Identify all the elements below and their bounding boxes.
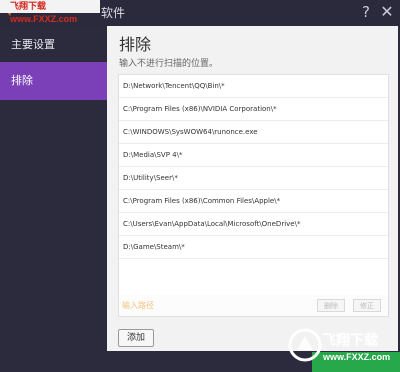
path-input-row: 删除 修正 [119, 295, 388, 316]
sidebar: 主要设置 排除 [0, 26, 107, 372]
page-title: 排除 [119, 35, 152, 54]
sidebar-item-exclusions[interactable]: 排除 [0, 62, 107, 100]
list-item[interactable]: D:\Utility\Seer\* [119, 167, 388, 190]
watermark-top: 飞翔下载 www.FXXZ.com [0, 0, 100, 24]
exclusions-panel: 排除 输入不进行扫描的位置。 D:\Network\Tencent\QQ\Bin… [107, 26, 398, 351]
window-title: 软件 [101, 6, 126, 20]
modify-button[interactable]: 修正 [353, 299, 381, 312]
page-subtitle: 输入不进行扫描的位置。 [119, 59, 219, 69]
watermark-brand: 飞翔下载 [322, 333, 378, 349]
help-icon[interactable]: ? [358, 2, 374, 22]
list-item[interactable]: C:\Users\Evan\AppData\Local\Microsoft\On… [119, 213, 388, 236]
watermark-url: www.FXXZ.com [323, 352, 391, 362]
delete-button[interactable]: 删除 [317, 299, 345, 312]
list-item[interactable]: D:\Network\Tencent\QQ\Bin\* [119, 75, 388, 98]
list-item[interactable]: D:\Game\Steam\* [119, 236, 388, 259]
close-icon[interactable]: ✕ [378, 2, 396, 22]
list-item[interactable]: C:\Program Files (x86)\NVIDIA Corporatio… [119, 98, 388, 121]
exclusion-list: D:\Network\Tencent\QQ\Bin\* C:\Program F… [118, 74, 389, 317]
path-input[interactable] [122, 298, 307, 312]
list-item[interactable]: C:\Program Files (x86)\Common Files\Appl… [119, 190, 388, 213]
list-item[interactable]: C:\WINDOWS\SysWOW64\runonce.exe [119, 121, 388, 144]
list-item[interactable]: D:\Media\SVP 4\* [119, 144, 388, 167]
watermark-logo-icon [288, 328, 322, 362]
list-scrollbar[interactable] [389, 74, 395, 317]
add-button[interactable]: 添加 [118, 329, 154, 347]
sidebar-item-main-settings[interactable]: 主要设置 [0, 26, 107, 64]
